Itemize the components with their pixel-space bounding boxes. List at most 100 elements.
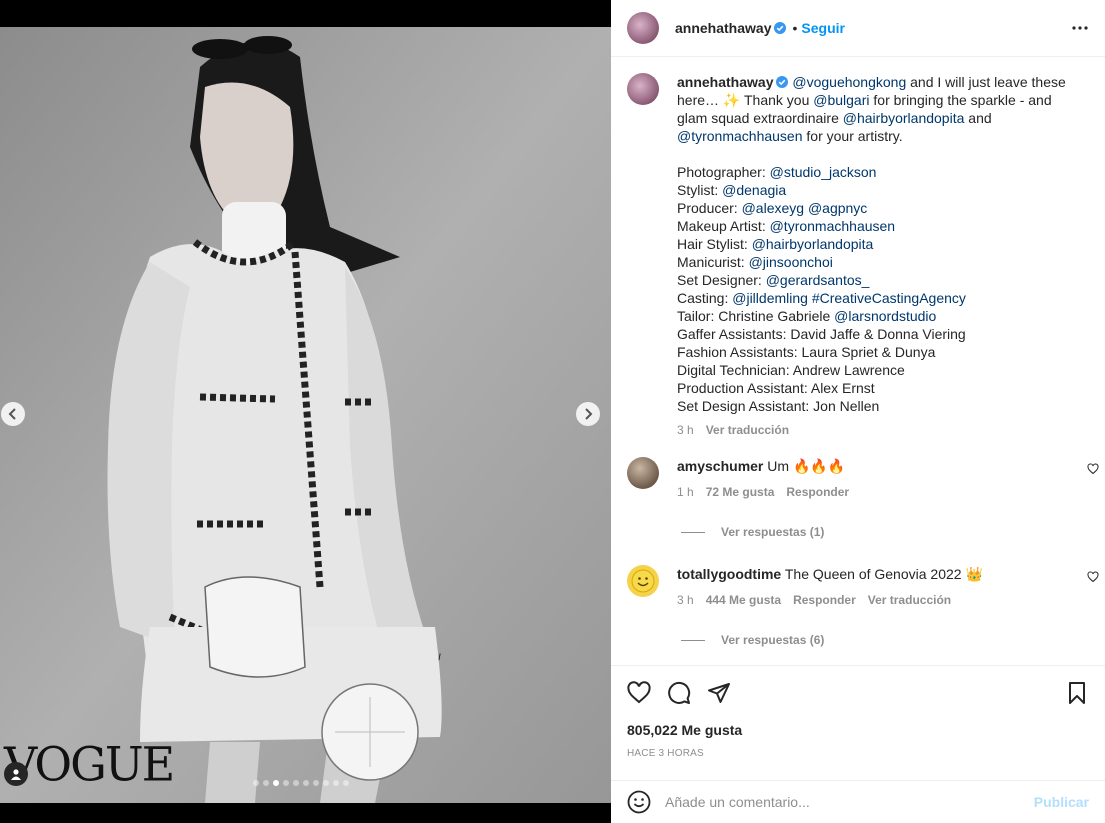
caption-credits: Photographer: @studio_jackson Stylist: @d… [677, 163, 1073, 415]
comment-item: totallygoodtime The Queen of Genovia 202… [611, 565, 1105, 607]
comment-likes[interactable]: 72 Me gusta [706, 485, 775, 499]
previous-button[interactable] [1, 402, 25, 426]
comment-text: Um 🔥🔥🔥 [767, 458, 846, 474]
caption-username[interactable]: annehathaway [677, 74, 773, 90]
credit-text: Stylist: [677, 182, 723, 198]
avatar[interactable] [627, 73, 659, 105]
post-details-panel: annehathaway • Seguir annehathaway @vogu… [611, 0, 1105, 823]
view-replies-button[interactable]: Ver respuestas (1) [681, 525, 1105, 539]
view-replies-label: Ver respuestas (6) [721, 633, 825, 647]
comment-likes[interactable]: 444 Me gusta [706, 593, 781, 607]
reply-button[interactable]: Responder [793, 593, 856, 607]
credit-text: Tailor: Christine Gabriele [677, 308, 835, 324]
more-options-icon[interactable] [1071, 19, 1089, 37]
comment-username[interactable]: amyschumer [677, 458, 763, 474]
avatar[interactable] [627, 457, 659, 489]
carousel-dot [293, 780, 299, 786]
verified-badge-icon [774, 22, 787, 34]
mention-link[interactable]: @hairbyorlandopita [752, 236, 874, 252]
view-replies-label: Ver respuestas (1) [721, 525, 825, 539]
mention-link[interactable]: @jilldemling [732, 290, 808, 306]
user-icon [11, 769, 21, 780]
reply-button[interactable]: Responder [786, 485, 849, 499]
post-photo[interactable]: VOGUE [0, 27, 611, 803]
credit-line: Photographer: @studio_jackson [677, 163, 1073, 181]
tagged-users-button[interactable] [4, 762, 28, 786]
follow-button[interactable]: Seguir [801, 20, 845, 36]
credit-text: Casting: [677, 290, 733, 306]
credit-text: Set Designer: [677, 272, 766, 288]
verified-badge-icon [776, 76, 789, 88]
add-comment-bar: Publicar [611, 780, 1105, 823]
post-timestamp: HACE 3 HORAS [627, 748, 704, 759]
credit-line: Set Design Assistant: Jon Nellen [677, 397, 1073, 415]
emoji-icon[interactable] [627, 790, 651, 814]
credit-line: Manicurist: @jinsoonchoi [677, 253, 1073, 271]
credit-text: Fashion Assistants: Laura Spriet & Dunya [677, 344, 936, 360]
carousel-dot [333, 780, 339, 786]
mention-link[interactable]: @studio_jackson [770, 164, 877, 180]
caption-text: annehathaway @voguehongkong and I will j… [677, 73, 1073, 415]
comment-item: amyschumer Um 🔥🔥🔥 1 h 72 Me gusta Respon… [611, 457, 1105, 499]
credit-text: Set Design Assistant: Jon Nellen [677, 398, 880, 414]
carousel-dot [303, 780, 309, 786]
credit-line: Stylist: @denagia [677, 181, 1073, 199]
avatar[interactable] [627, 565, 659, 597]
like-heart-icon[interactable] [627, 681, 651, 705]
comments-scroll[interactable]: annehathaway @voguehongkong and I will j… [611, 57, 1105, 666]
credit-text: Gaffer Assistants: David Jaffe & Donna V… [677, 326, 966, 342]
comment-username[interactable]: totallygoodtime [677, 566, 781, 582]
publish-button[interactable]: Publicar [1034, 794, 1089, 810]
like-comment-heart-icon[interactable] [1087, 463, 1099, 475]
mention-link[interactable]: @tyronmachhausen [770, 218, 896, 234]
credit-line: Makeup Artist: @tyronmachhausen [677, 217, 1073, 235]
caption-time: 3 h [677, 423, 694, 437]
mention-link[interactable]: @voguehongkong [792, 74, 906, 90]
caption-text: for your artistry. [802, 128, 903, 144]
carousel-dot [323, 780, 329, 786]
translate-link[interactable]: Ver traducción [706, 423, 789, 437]
mention-link[interactable]: @gerardsantos_ [766, 272, 870, 288]
chevron-right-icon [585, 408, 593, 420]
likes-count[interactable]: 805,022 Me gusta [627, 722, 742, 738]
mention-link[interactable]: @tyronmachhausen [677, 128, 803, 144]
mention-link[interactable]: #CreativeCastingAgency [812, 290, 966, 306]
header-username[interactable]: annehathaway [675, 20, 771, 36]
separator: • [792, 20, 798, 36]
share-send-icon[interactable] [707, 681, 731, 705]
save-bookmark-icon[interactable] [1065, 681, 1089, 705]
credit-text: Hair Stylist: [677, 236, 752, 252]
comment-input[interactable] [665, 794, 1034, 810]
carousel-dot [283, 780, 289, 786]
avatar[interactable] [627, 12, 659, 44]
next-button[interactable] [576, 402, 600, 426]
mention-link[interactable]: @jinsoonchoi [749, 254, 833, 270]
carousel-dot [313, 780, 319, 786]
vogue-logo: VOGUE [4, 736, 175, 792]
comment-bubble-icon[interactable] [667, 681, 691, 705]
credit-text: Manicurist: [677, 254, 749, 270]
view-replies-button[interactable]: Ver respuestas (6) [681, 633, 1105, 647]
credit-text: Makeup Artist: [677, 218, 770, 234]
credit-text: Photographer: [677, 164, 770, 180]
translate-link[interactable]: Ver traducción [868, 593, 951, 607]
mention-link[interactable]: @denagia [722, 182, 786, 198]
comment-time: 3 h [677, 593, 694, 607]
mention-link[interactable]: @hairbyorlandopita [843, 110, 965, 126]
credit-line: Digital Technician: Andrew Lawrence [677, 361, 1073, 379]
photo-scene [0, 27, 611, 803]
smiley-icon [631, 569, 655, 593]
mention-link[interactable]: @bulgari [813, 92, 869, 108]
credit-line: Production Assistant: Alex Ernst [677, 379, 1073, 397]
like-comment-heart-icon[interactable] [1087, 571, 1099, 583]
mention-link[interactable]: @larsnordstudio [834, 308, 936, 324]
post-header: annehathaway • Seguir [611, 0, 1105, 57]
divider [681, 639, 705, 641]
mention-link[interactable]: @alexeyg [742, 200, 804, 216]
action-bar [611, 666, 1105, 720]
mention-link[interactable]: @agpnyc [808, 200, 867, 216]
comment-time: 1 h [677, 485, 694, 499]
carousel-dot [253, 780, 259, 786]
caption-meta: 3 h Ver traducción [677, 423, 1073, 437]
credit-text: Producer: [677, 200, 742, 216]
